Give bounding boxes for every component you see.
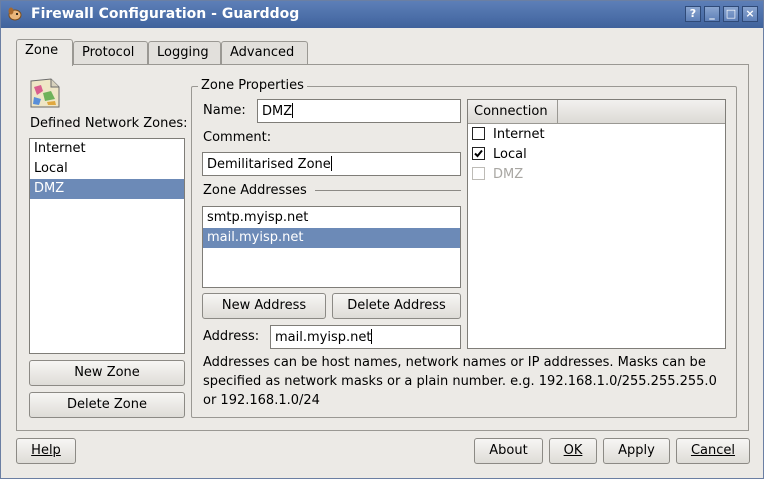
zone-map-icon	[29, 77, 61, 109]
apply-button[interactable]: Apply	[603, 438, 670, 464]
ok-button-label: OK	[563, 443, 583, 458]
zone-addresses-separator	[315, 190, 461, 191]
zone-list[interactable]: Internet Local DMZ	[29, 138, 185, 354]
help-button[interactable]: Help	[16, 438, 76, 464]
about-button[interactable]: About	[474, 438, 543, 464]
firewall-config-window: Firewall Configuration - Guarddog ? _ □ …	[0, 0, 764, 479]
connection-item-local[interactable]: Local	[472, 145, 527, 165]
tab-protocol[interactable]: Protocol	[73, 41, 148, 65]
cancel-button[interactable]: Cancel	[676, 438, 750, 464]
address-item[interactable]: smtp.myisp.net	[203, 208, 460, 228]
checkbox-disabled	[472, 167, 485, 180]
connection-item-internet[interactable]: Internet	[472, 125, 545, 145]
zone-addresses-label: Zone Addresses	[203, 183, 307, 198]
title-bar[interactable]: Firewall Configuration - Guarddog ? _ □ …	[1, 1, 763, 28]
zone-comment-field[interactable]: Demilitarised Zone	[202, 152, 461, 176]
connection-list[interactable]: Connection Internet Local DMZ	[467, 99, 726, 349]
tab-logging[interactable]: Logging	[148, 41, 221, 65]
delete-zone-button[interactable]: Delete Zone	[29, 392, 185, 418]
connection-item-label: DMZ	[493, 167, 524, 182]
address-item[interactable]: mail.myisp.net	[203, 228, 460, 248]
connection-item-label: Local	[493, 147, 527, 162]
ok-button[interactable]: OK	[549, 438, 597, 464]
text-caret	[330, 156, 332, 171]
close-button[interactable]: ×	[742, 6, 758, 22]
address-value: mail.myisp.net	[275, 330, 372, 345]
help-button-label: Help	[31, 443, 61, 458]
minimize-button[interactable]: _	[704, 6, 720, 22]
defined-zones-label: Defined Network Zones:	[30, 116, 188, 131]
tab-zone[interactable]: Zone	[16, 39, 73, 66]
context-help-button[interactable]: ?	[685, 6, 701, 22]
guarddog-app-icon	[7, 6, 23, 22]
checkbox-unchecked[interactable]	[472, 127, 485, 140]
zone-item-dmz[interactable]: DMZ	[30, 179, 184, 199]
address-field[interactable]: mail.myisp.net	[270, 325, 461, 349]
connection-item-dmz: DMZ	[472, 165, 523, 185]
checkbox-checked[interactable]	[472, 147, 485, 160]
zone-item-local[interactable]: Local	[30, 159, 184, 179]
connection-item-label: Internet	[493, 127, 545, 142]
connection-list-header: Connection	[468, 100, 725, 124]
delete-address-button[interactable]: Delete Address	[332, 293, 461, 319]
address-help-text: Addresses can be host names, network nam…	[203, 355, 717, 408]
tab-logging-label: Logging	[157, 45, 209, 60]
text-caret	[292, 103, 294, 118]
comment-label: Comment:	[203, 130, 272, 145]
zone-name-field[interactable]: DMZ	[257, 99, 461, 123]
zone-name-value: DMZ	[262, 104, 293, 119]
new-address-button[interactable]: New Address	[202, 293, 326, 319]
cancel-button-label: Cancel	[690, 443, 736, 458]
tab-advanced[interactable]: Advanced	[221, 41, 308, 65]
zone-address-list[interactable]: smtp.myisp.net mail.myisp.net	[202, 206, 461, 288]
connection-column-header[interactable]: Connection	[468, 100, 558, 123]
address-label: Address:	[203, 329, 260, 344]
new-zone-button[interactable]: New Zone	[29, 360, 185, 386]
tab-zone-label: Zone	[25, 43, 59, 58]
zone-item-internet[interactable]: Internet	[30, 139, 184, 159]
tab-protocol-label: Protocol	[82, 45, 135, 60]
text-caret	[371, 329, 373, 344]
window-title: Firewall Configuration - Guarddog	[31, 6, 300, 22]
name-label: Name:	[203, 103, 246, 118]
zone-comment-value: Demilitarised Zone	[207, 157, 331, 172]
zone-properties-title: Zone Properties	[198, 78, 307, 93]
apply-button-label: Apply	[618, 443, 655, 458]
tab-advanced-label: Advanced	[230, 45, 295, 60]
maximize-button[interactable]: □	[723, 6, 739, 22]
